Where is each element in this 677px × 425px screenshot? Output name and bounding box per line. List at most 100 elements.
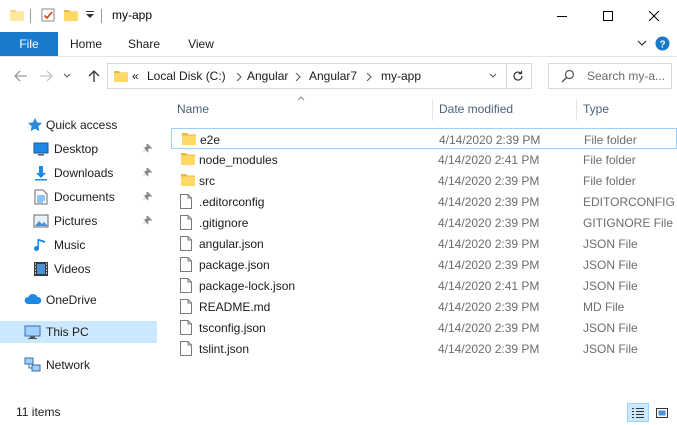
item-count: 11 items [16, 405, 61, 419]
column-header-name[interactable]: Name [177, 95, 431, 123]
properties-icon[interactable] [40, 7, 56, 23]
column-divider[interactable] [432, 99, 433, 121]
help-icon[interactable]: ? [655, 36, 670, 51]
tab-file[interactable]: File [0, 32, 58, 56]
column-headers: Name Date modified Type [164, 95, 677, 123]
nav-downloads[interactable]: Downloads [0, 162, 157, 184]
nav-quick-access[interactable]: Quick access [0, 114, 157, 136]
window-title: my-app [112, 8, 153, 22]
minimize-button[interactable] [539, 0, 585, 32]
column-header-type[interactable]: Type [583, 95, 673, 123]
customize-quick-access-icon[interactable] [86, 11, 94, 19]
breadcrumb-overflow[interactable]: « [132, 69, 139, 83]
nav-videos[interactable]: Videos [0, 258, 157, 280]
file-type: File folder [583, 174, 636, 188]
file-date: 4/14/2020 2:39 PM [438, 300, 540, 314]
pin-icon[interactable] [143, 144, 152, 153]
folder-icon [9, 7, 25, 23]
list-item[interactable]: e2e 4/14/2020 2:39 PM File folder [171, 128, 677, 149]
list-item[interactable]: node_modules 4/14/2020 2:41 PM File fold… [171, 149, 677, 170]
list-item[interactable]: README.md 4/14/2020 2:39 PM MD File [171, 296, 677, 317]
tab-view[interactable]: View [174, 32, 228, 56]
title-bar: my-app [0, 0, 677, 32]
details-view-button[interactable] [627, 403, 649, 422]
file-date: 4/14/2020 2:39 PM [438, 216, 540, 230]
nav-desktop[interactable]: Desktop [0, 138, 157, 160]
folder-icon [180, 173, 196, 187]
back-button[interactable] [9, 57, 33, 95]
list-item[interactable]: package.json 4/14/2020 2:39 PM JSON File [171, 254, 677, 275]
search-box[interactable]: Search my-a... [548, 63, 672, 89]
nav-label: OneDrive [46, 293, 97, 307]
chevron-right-icon[interactable] [366, 73, 372, 81]
breadcrumb-angular[interactable]: Angular [247, 69, 288, 83]
chevron-right-icon[interactable] [295, 73, 301, 81]
pictures-icon [33, 213, 49, 229]
nav-label: Quick access [46, 118, 118, 132]
svg-text:?: ? [659, 40, 665, 51]
list-item[interactable]: src 4/14/2020 2:39 PM File folder [171, 170, 677, 191]
nav-label: Downloads [54, 166, 114, 180]
tab-home[interactable]: Home [58, 32, 114, 56]
list-item[interactable]: .gitignore 4/14/2020 2:39 PM GITIGNORE F… [171, 212, 677, 233]
file-type: MD File [583, 300, 625, 314]
list-item[interactable]: angular.json 4/14/2020 2:39 PM JSON File [171, 233, 677, 254]
ribbon: File Home Share View ? [0, 32, 677, 57]
navigation-bar: « Local Disk (C:) Angular Angular7 my-ap… [0, 57, 677, 95]
large-icons-view-button[interactable] [651, 403, 673, 422]
nav-documents[interactable]: Documents [0, 186, 157, 208]
file-type: JSON File [583, 237, 638, 251]
nav-network[interactable]: Network [0, 354, 157, 376]
breadcrumb-angular7[interactable]: Angular7 [309, 69, 357, 83]
column-header-date[interactable]: Date modified [439, 95, 576, 123]
recent-locations-button[interactable] [59, 57, 75, 95]
folder-icon [113, 68, 129, 84]
nav-label: Videos [54, 262, 91, 276]
file-type: JSON File [583, 279, 638, 293]
nav-label: Network [46, 358, 91, 372]
large-icons-view-icon [656, 407, 668, 418]
file-date: 4/14/2020 2:39 PM [438, 195, 540, 209]
pin-icon[interactable] [143, 168, 152, 177]
breadcrumb-my-app[interactable]: my-app [381, 69, 421, 83]
new-folder-icon[interactable] [63, 7, 79, 23]
close-button[interactable] [631, 0, 677, 32]
expand-ribbon-icon[interactable] [637, 39, 647, 47]
up-button[interactable] [82, 57, 106, 95]
nav-pictures[interactable]: Pictures [0, 210, 157, 232]
list-item[interactable]: tslint.json 4/14/2020 2:39 PM JSON File [171, 338, 677, 359]
file-icon [180, 320, 192, 335]
list-item[interactable]: package-lock.json 4/14/2020 2:41 PM JSON… [171, 275, 677, 296]
chevron-right-icon[interactable] [236, 73, 242, 81]
search-input[interactable]: Search my-a... [587, 69, 665, 83]
file-name: src [199, 174, 215, 188]
file-name: tsconfig.json [199, 321, 266, 335]
file-name: README.md [199, 300, 271, 314]
file-icon [180, 278, 192, 293]
pin-icon[interactable] [143, 192, 152, 201]
download-icon [33, 165, 49, 181]
file-date: 4/14/2020 2:41 PM [438, 153, 540, 167]
nav-music[interactable]: Music [0, 234, 157, 256]
nav-this-pc[interactable]: This PC [0, 321, 157, 343]
pin-icon[interactable] [143, 216, 152, 225]
refresh-button[interactable] [505, 63, 532, 89]
file-name: angular.json [199, 237, 264, 251]
address-bar[interactable]: « Local Disk (C:) Angular Angular7 my-ap… [107, 63, 507, 89]
folder-icon [181, 132, 197, 146]
nav-label: Documents [54, 190, 115, 204]
breadcrumb-local-disk[interactable]: Local Disk (C:) [147, 69, 226, 83]
music-icon [34, 237, 48, 253]
maximize-button[interactable] [585, 0, 631, 32]
file-name: node_modules [199, 153, 278, 167]
tab-share[interactable]: Share [114, 32, 174, 56]
file-type: GITIGNORE File [583, 216, 674, 230]
address-history-dropdown-icon[interactable] [489, 73, 497, 79]
file-name: package.json [199, 258, 270, 272]
column-divider[interactable] [576, 99, 577, 121]
file-name: .gitignore [199, 216, 249, 230]
forward-button[interactable] [34, 57, 58, 95]
list-item[interactable]: tsconfig.json 4/14/2020 2:39 PM JSON Fil… [171, 317, 677, 338]
nav-onedrive[interactable]: OneDrive [0, 289, 157, 311]
list-item[interactable]: .editorconfig 4/14/2020 2:39 PM EDITORCO… [171, 191, 677, 212]
